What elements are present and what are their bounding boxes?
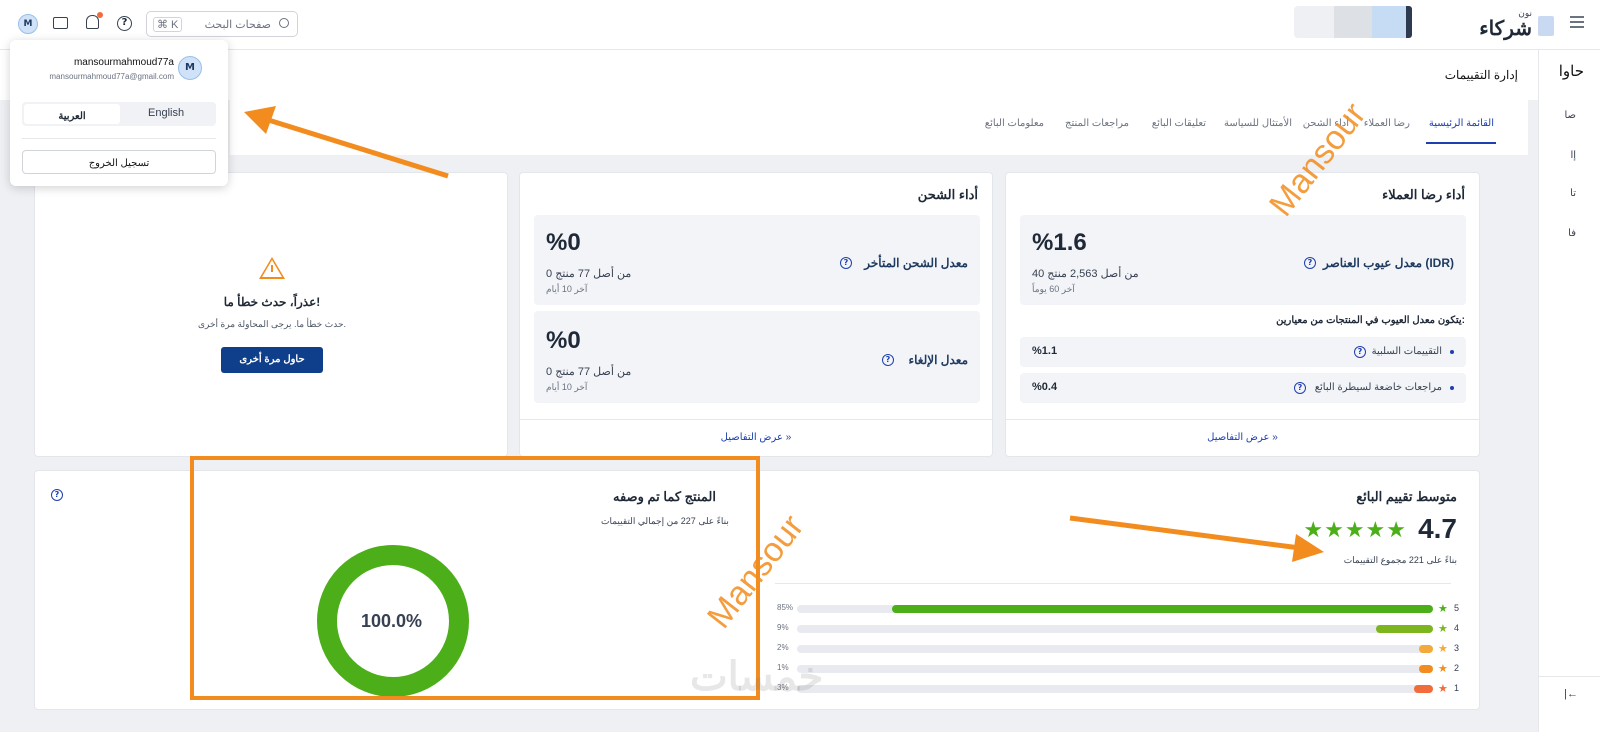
arrow-head-rating bbox=[1292, 534, 1324, 562]
arrow-to-rating bbox=[1069, 515, 1301, 551]
watermark-logo: خمسات bbox=[690, 655, 824, 699]
arrow-to-menu bbox=[261, 115, 449, 179]
